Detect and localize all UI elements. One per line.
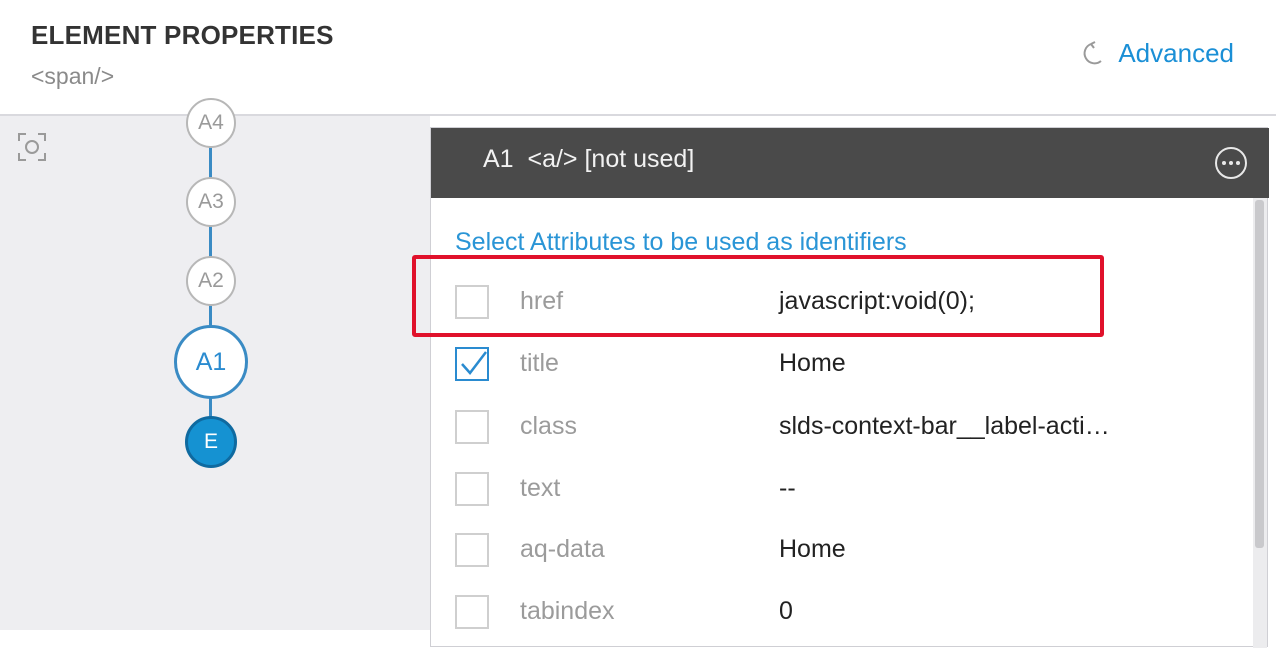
chain-node-a3[interactable]: A3 [186, 177, 236, 227]
checkbox-title[interactable] [455, 347, 489, 381]
advanced-button[interactable]: Advanced [1082, 38, 1234, 69]
chain-node-e[interactable]: E [185, 416, 237, 468]
attribute-row-href: href javascript:void(0); [431, 271, 1251, 331]
attribute-row-class: class slds-context-bar__label-acti… [431, 396, 1251, 456]
page-title: ELEMENT PROPERTIES [31, 20, 334, 50]
attribute-name: href [520, 287, 564, 315]
attribute-row-title: title Home [431, 333, 1251, 393]
attribute-value: Home [779, 535, 846, 563]
checkmark-icon [461, 351, 487, 375]
attributes-card: A1 <a/> [not used] Select Attributes to … [430, 127, 1269, 648]
attribute-name: aq-data [520, 535, 605, 563]
element-tag-subtitle: <span/> [31, 63, 115, 89]
attribute-row-tabindex: tabindex 0 [431, 581, 1251, 641]
checkbox-aq-data[interactable] [455, 533, 489, 567]
attribute-value: 0 [779, 597, 793, 625]
attribute-row-aq-data: aq-data Home [431, 519, 1251, 579]
card-header: A1 <a/> [not used] [431, 128, 1269, 198]
header-bar: ELEMENT PROPERTIES <span/> Advanced [0, 0, 1276, 116]
chain-node-a1[interactable]: A1 [174, 325, 248, 399]
attribute-value: Home [779, 349, 846, 377]
advanced-label: Advanced [1118, 38, 1234, 68]
attribute-value: -- [779, 474, 796, 502]
scrollbar-thumb[interactable] [1255, 200, 1264, 548]
attribute-value: slds-context-bar__label-acti… [779, 412, 1110, 440]
attribute-name: title [520, 349, 559, 377]
attribute-value: javascript:void(0); [779, 287, 975, 315]
attribute-name: text [520, 474, 561, 502]
checkbox-class[interactable] [455, 410, 489, 444]
refresh-icon [1082, 40, 1104, 67]
chain-node-a4[interactable]: A4 [186, 98, 236, 148]
attribute-name: class [520, 412, 577, 440]
card-title: A1 <a/> [not used] [483, 145, 695, 173]
select-attributes-link[interactable]: Select Attributes to be used as identifi… [455, 228, 907, 257]
focus-target-icon[interactable] [17, 132, 47, 162]
checkbox-text[interactable] [455, 472, 489, 506]
card-scrollbar[interactable] [1253, 198, 1267, 648]
checkbox-tabindex[interactable] [455, 595, 489, 629]
attribute-name: tabindex [520, 597, 615, 625]
attribute-row-text: text -- [431, 458, 1251, 518]
chain-node-a2[interactable]: A2 [186, 256, 236, 306]
element-chain-panel: A4 A3 A2 A1 E [0, 98, 430, 630]
more-options-icon[interactable] [1215, 147, 1247, 179]
checkbox-href[interactable] [455, 285, 489, 319]
